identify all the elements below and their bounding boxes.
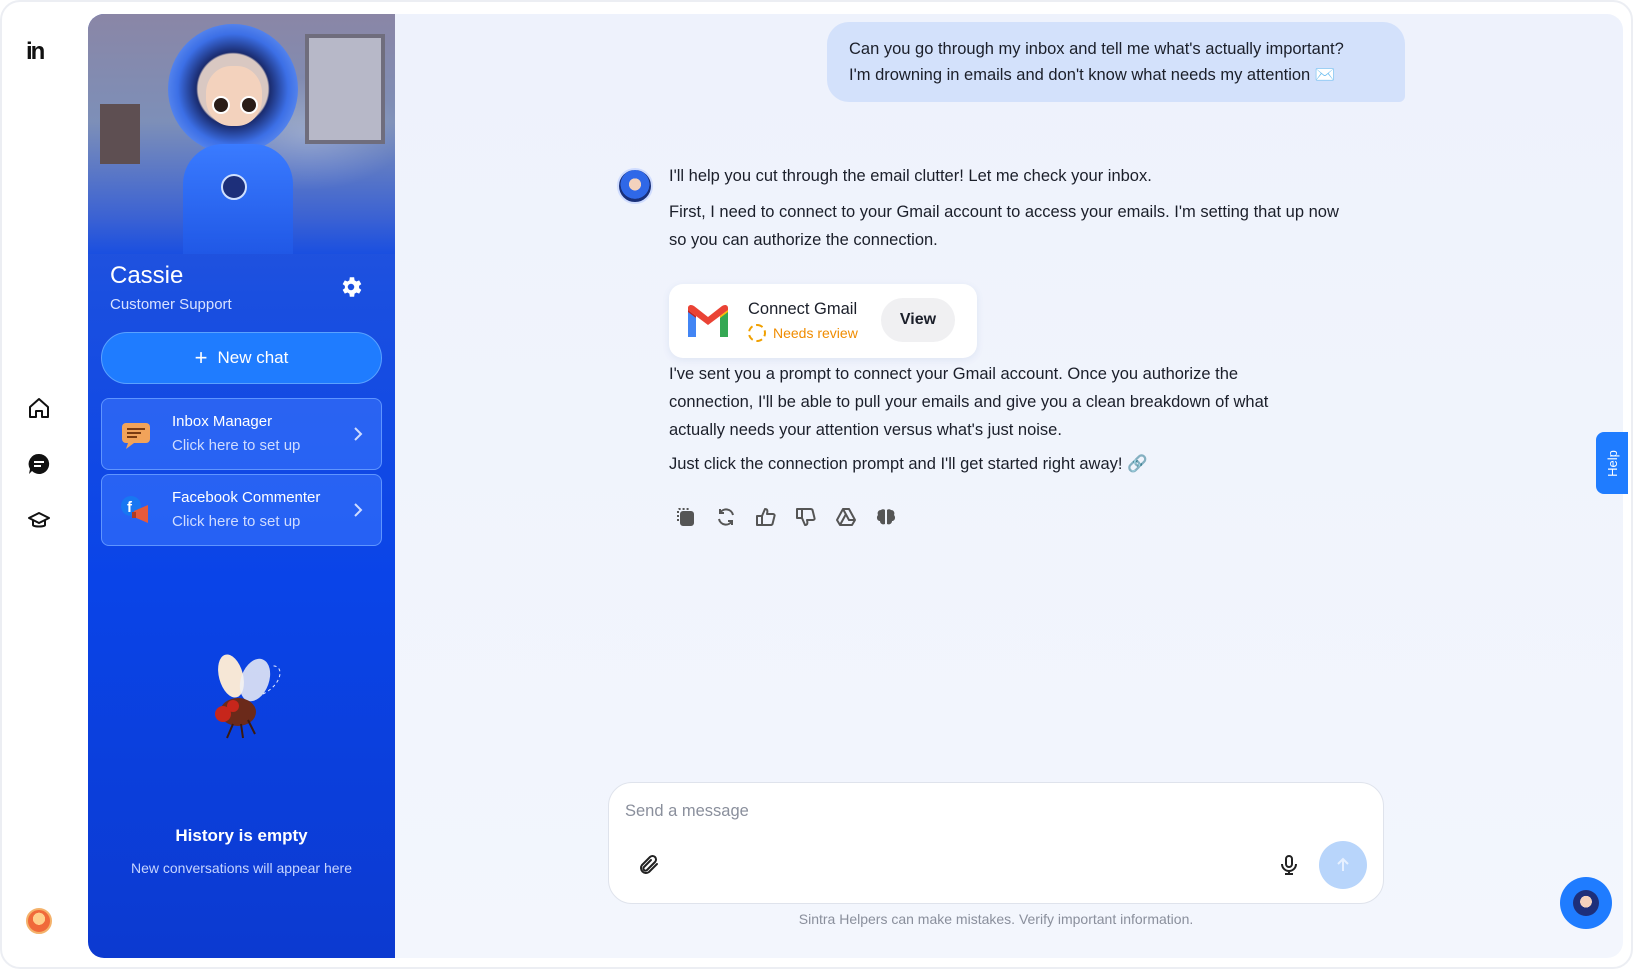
arrow-up-icon xyxy=(1337,857,1349,871)
helper-inbox-manager[interactable]: Inbox Manager Click here to set up xyxy=(101,398,382,470)
bot-message: I'll help you cut through the email clut… xyxy=(669,167,1152,185)
app-logo[interactable]: in xyxy=(26,38,52,65)
view-button[interactable]: View xyxy=(881,298,955,342)
gmail-card-title: Connect Gmail xyxy=(748,300,858,318)
helper-title: Facebook Commenter xyxy=(172,489,321,506)
graduation-cap-icon[interactable] xyxy=(25,507,53,535)
helper-title: Inbox Manager xyxy=(172,413,273,430)
facebook-commenter-icon: f xyxy=(120,495,152,527)
floating-assistant-button[interactable] xyxy=(1560,877,1612,929)
bot-message: Just click the connection prompt and I'l… xyxy=(669,455,1148,473)
agent-name: Cassie xyxy=(110,262,184,289)
drive-icon[interactable] xyxy=(835,506,857,528)
message-input[interactable] xyxy=(625,795,1225,827)
new-chat-label: New chat xyxy=(217,348,289,367)
disclaimer-text: Sintra Helpers can make mistakes. Verify… xyxy=(798,911,1194,927)
new-chat-button[interactable]: + New chat xyxy=(101,332,382,384)
agent-role: Customer Support xyxy=(110,296,232,313)
agent-hero-image xyxy=(88,14,395,254)
gmail-icon xyxy=(685,304,731,340)
message-composer xyxy=(608,782,1384,904)
gear-icon[interactable] xyxy=(338,274,364,300)
user-message-line: I'm drowning in emails and don't know wh… xyxy=(849,66,1336,84)
chat-bubble-icon[interactable] xyxy=(25,450,53,478)
home-icon[interactable] xyxy=(25,394,53,422)
inbox-manager-icon xyxy=(120,419,152,451)
helper-subtitle: Click here to set up xyxy=(172,437,301,454)
user-message: Can you go through my inbox and tell me … xyxy=(827,22,1405,102)
message-actions xyxy=(675,506,897,528)
gmail-connect-card[interactable]: Connect Gmail Needs review View xyxy=(669,284,977,358)
bot-message: First, I need to connect to your Gmail a… xyxy=(669,203,1339,249)
microphone-icon[interactable] xyxy=(1277,853,1301,877)
copy-icon[interactable] xyxy=(675,506,697,528)
bot-avatar xyxy=(617,168,653,204)
helper-facebook-commenter[interactable]: f Facebook Commenter Click here to set u… xyxy=(101,474,382,546)
thumbs-up-icon[interactable] xyxy=(755,506,777,528)
history-empty-title: History is empty xyxy=(175,826,308,845)
send-button[interactable] xyxy=(1319,841,1367,889)
gmail-card-status: Needs review xyxy=(773,325,858,341)
pending-spinner-icon xyxy=(748,324,766,342)
regenerate-icon[interactable] xyxy=(715,506,737,528)
fly-illustration xyxy=(193,654,293,744)
history-empty-subtitle: New conversations will appear here xyxy=(131,860,352,876)
help-tab-label: Help xyxy=(1604,449,1620,477)
paperclip-icon[interactable] xyxy=(637,853,661,877)
bot-message: I've sent you a prompt to connect your G… xyxy=(669,365,1269,439)
thumbs-down-icon[interactable] xyxy=(795,506,817,528)
brain-icon[interactable] xyxy=(875,506,897,528)
chevron-right-icon xyxy=(351,499,365,521)
chat-area: Can you go through my inbox and tell me … xyxy=(395,14,1623,958)
chevron-right-icon xyxy=(351,423,365,445)
user-avatar[interactable] xyxy=(26,908,52,934)
app-window: in Cassie Customer Support + New chat In… xyxy=(0,0,1633,969)
agent-panel: Cassie Customer Support + New chat Inbox… xyxy=(88,14,395,958)
help-tab[interactable]: Help xyxy=(1596,432,1628,494)
plus-icon: + xyxy=(194,345,208,370)
assistant-face-icon xyxy=(1573,890,1599,916)
left-rail: in xyxy=(2,2,88,967)
user-message-line: Can you go through my inbox and tell me … xyxy=(849,40,1344,58)
helper-subtitle: Click here to set up xyxy=(172,513,301,530)
